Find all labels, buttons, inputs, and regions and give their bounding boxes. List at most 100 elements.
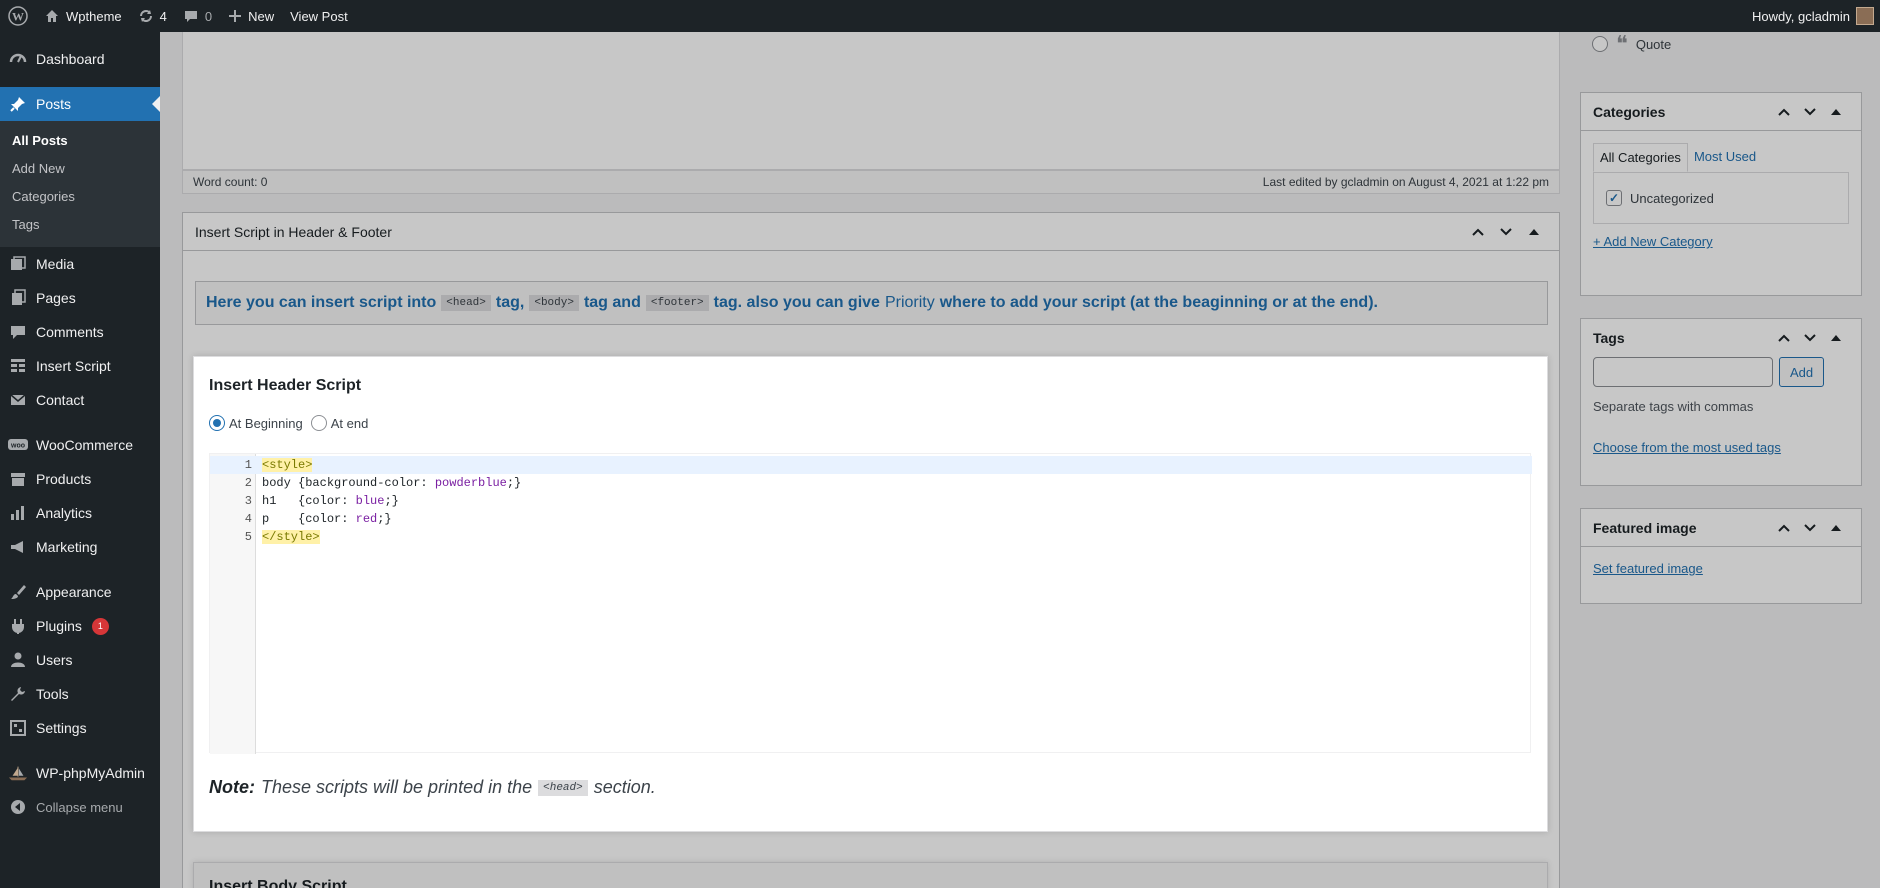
collapse-icon [8,797,28,817]
script-info-notice: Here you can insert script into <head> t… [195,281,1548,325]
radio-at-beginning[interactable]: At Beginning [209,415,303,431]
header-script-note: Note: These scripts will be printed in t… [209,777,656,798]
toggle-panel-icon[interactable] [1823,325,1849,351]
menu-pages[interactable]: Pages [0,281,160,315]
menu-dashboard[interactable]: Dashboard [0,42,160,76]
add-new-category-link[interactable]: + Add New Category [1593,234,1713,249]
choose-tags-row: Choose from the most used tags [1593,440,1849,455]
checkbox-checked-icon[interactable]: ✓ [1606,190,1622,206]
avatar [1856,7,1874,25]
submenu-categories[interactable]: Categories [0,183,160,211]
svg-text:woo: woo [10,443,25,450]
chevron-up-icon[interactable] [1771,99,1797,125]
categories-title: Categories [1593,103,1666,120]
tags-header: Tags [1581,319,1861,357]
radio-at-end[interactable]: At end [310,415,369,431]
menu-appearance[interactable]: Appearance [0,575,160,609]
box-handle-actions [1771,515,1849,541]
menu-plugins[interactable]: Plugins 1 [0,609,160,643]
menu-marketing[interactable]: Marketing [0,530,160,564]
chevron-up-icon[interactable] [1771,515,1797,541]
menu-label: WP-phpMyAdmin [36,765,145,781]
archive-icon [8,469,28,489]
updates-link[interactable]: 4 [130,0,175,32]
pages-icon [8,288,28,308]
new-content-link[interactable]: New [220,0,282,32]
word-count: Word count: 0 [193,175,268,189]
menu-label: Analytics [36,505,93,521]
info-text: tag and [583,294,641,311]
megaphone-icon [8,537,28,557]
menu-label: Products [36,471,92,487]
menu-contact[interactable]: Contact [0,383,160,417]
menu-wp-phpmyadmin[interactable]: WP-phpMyAdmin [0,756,160,790]
pin-icon [8,94,28,114]
header-script-code-editor[interactable]: 1 <style> 2 body {background-color: powder… [209,453,1532,754]
chevron-down-icon[interactable] [1797,515,1823,541]
position-radio-group: At Beginning At end [209,415,368,431]
code-line: 1 <style> [210,456,1532,474]
info-text: tag. also you can give [713,294,880,311]
radio-button-selected[interactable] [209,415,225,431]
set-featured-image-link[interactable]: Set featured image [1593,561,1703,576]
code-line: 3 h1 {color: blue;} [244,494,399,508]
post-content-editor[interactable] [182,32,1560,170]
menu-label: Comments [36,324,104,340]
menu-media[interactable]: Media [0,247,160,281]
menu-insert-script[interactable]: Insert Script [0,349,160,383]
editor-status-bar: Word count: 0 Last edited by gcladmin on… [182,170,1560,194]
chevron-down-icon[interactable] [1797,99,1823,125]
menu-tools[interactable]: Tools [0,677,160,711]
chevron-down-icon[interactable] [1493,219,1519,245]
code-line: 4p {color: red;} [244,512,392,526]
menu-label: Settings [36,720,87,736]
plus-icon [228,9,242,23]
radio-button[interactable] [1592,36,1608,52]
tab-most-used[interactable]: Most Used [1688,143,1762,172]
tag-input[interactable] [1593,357,1773,387]
menu-products[interactable]: Products [0,462,160,496]
media-icon [8,254,28,274]
chevron-up-icon[interactable] [1771,325,1797,351]
categories-box: Categories All Categories Most Used ✓ Un… [1580,92,1862,296]
submenu-tags[interactable]: Tags [0,211,160,239]
submenu-all-posts[interactable]: All Posts [0,127,160,155]
site-name-link[interactable]: Wptheme [36,0,130,32]
tab-all-categories[interactable]: All Categories [1593,143,1688,172]
add-tag-button[interactable]: Add [1779,357,1825,387]
view-post-link[interactable]: View Post [282,0,356,32]
toggle-panel-icon[interactable] [1823,99,1849,125]
menu-label: Pages [36,290,76,306]
radio-label: At end [330,415,369,431]
menu-posts[interactable]: Posts [0,87,160,121]
menu-label: Marketing [36,539,98,555]
menu-settings[interactable]: Settings [0,711,160,745]
menu-label: Users [36,652,73,668]
radio-button[interactable] [310,415,327,431]
menu-woocommerce[interactable]: woo WooCommerce [0,428,160,462]
menu-comments[interactable]: Comments [0,315,160,349]
new-label: New [248,8,275,24]
chevron-down-icon[interactable] [1797,325,1823,351]
info-code-body: <body> [529,295,579,311]
tags-hint: Separate tags with commas [1593,399,1754,414]
svg-text:W: W [12,10,24,24]
wp-logo-button[interactable]: W [0,0,36,32]
menu-users[interactable]: Users [0,643,160,677]
my-account-link[interactable]: Howdy, gcladmin [1744,0,1880,32]
comment-icon [183,8,199,24]
category-tabs: All Categories Most Used [1593,143,1849,172]
view-post-label: View Post [290,8,348,24]
toggle-panel-icon[interactable] [1521,219,1547,245]
toggle-panel-icon[interactable] [1823,515,1849,541]
chevron-up-icon[interactable] [1465,219,1491,245]
comments-link[interactable]: 0 [175,0,220,32]
submenu-add-new[interactable]: Add New [0,155,160,183]
choose-most-used-tags-link[interactable]: Choose from the most used tags [1593,440,1781,455]
set-featured-row: Set featured image [1593,561,1849,576]
format-quote-option[interactable]: ❝ Quote [1592,33,1671,55]
collapse-menu-button[interactable]: Collapse menu [0,790,160,824]
categories-header: Categories [1581,93,1861,131]
menu-analytics[interactable]: Analytics [0,496,160,530]
metabox-title: Insert Script in Header & Footer [195,223,392,240]
